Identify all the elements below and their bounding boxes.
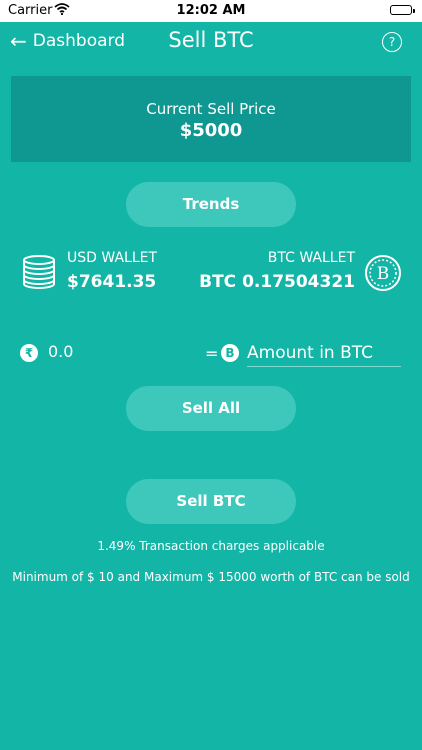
rupee-icon: ₹ — [20, 344, 38, 362]
btc-amount-input[interactable] — [247, 340, 401, 367]
sell-btc-button[interactable]: Sell BTC — [126, 479, 296, 524]
coin-stack-icon — [23, 255, 55, 289]
limits-note: Minimum of $ 10 and Maximum $ 15000 wort… — [12, 570, 410, 584]
svg-text:B: B — [377, 264, 390, 284]
trends-button[interactable]: Trends — [126, 182, 296, 227]
clock: 12:02 AM — [176, 3, 246, 18]
fiat-amount-input[interactable] — [48, 342, 168, 361]
btc-wallet: BTC WALLET BTC 0.17504321 B — [199, 250, 402, 298]
current-price-card: Current Sell Price $5000 — [11, 76, 411, 162]
conversion-row: ₹ = B — [0, 340, 422, 370]
nav-bar: ← Dashboard Sell BTC ? — [0, 22, 422, 62]
btc-wallet-label: BTC WALLET — [267, 250, 355, 266]
usd-wallet-balance: $7641.35 — [67, 272, 157, 292]
bitcoin-icon: B — [221, 344, 239, 362]
usd-wallet-label: USD WALLET — [67, 250, 158, 266]
bitcoin-coin-icon: B — [365, 255, 401, 291]
battery-icon — [390, 5, 415, 15]
transaction-charges-note: 1.49% Transaction charges applicable — [97, 539, 325, 553]
page-title: Sell BTC — [168, 28, 254, 52]
question-circle-icon: ? — [388, 35, 396, 49]
current-price-value: $5000 — [179, 120, 243, 141]
sell-all-button[interactable]: Sell All — [126, 386, 296, 431]
current-price-label: Current Sell Price — [146, 100, 276, 118]
status-bar: Carrier 12:02 AM — [0, 0, 422, 22]
btc-wallet-balance: BTC 0.17504321 — [199, 272, 355, 292]
equals-sign: = — [205, 344, 219, 363]
help-button[interactable]: ? — [382, 32, 402, 52]
